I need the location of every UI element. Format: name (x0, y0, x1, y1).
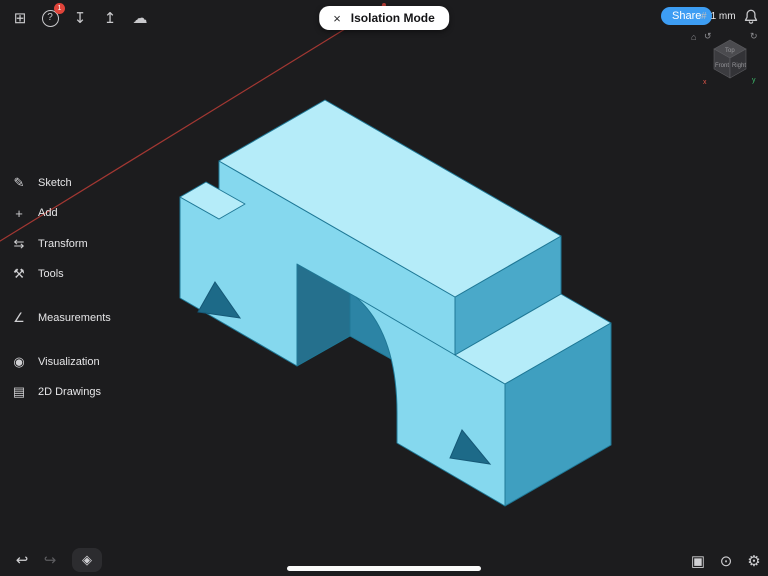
export-glyph: ↥ (104, 9, 117, 27)
notification-badge: 1 (54, 3, 65, 14)
cube-front-label: Front (715, 63, 729, 69)
sidebar-item-add[interactable]: + Add (10, 203, 170, 223)
undo-button[interactable]: ↩ (10, 548, 34, 572)
transform-icon: ⇆ (10, 236, 28, 252)
view-orientation-cube[interactable]: ⌂ ↺ ↻ Top Front Right x y (688, 26, 768, 88)
sidebar-label: Visualization (38, 356, 100, 368)
sidebar-label: Add (38, 207, 58, 219)
tools-icon: ⚒ (10, 266, 28, 282)
grid-snap-icon: # (701, 11, 707, 22)
orbit-left-icon[interactable]: ↺ (704, 31, 712, 41)
apps-grid-icon[interactable]: ⊞ (8, 6, 32, 30)
home-view-icon[interactable]: ⌂ (691, 32, 696, 42)
cloud-glyph: ☁ (133, 9, 148, 27)
measurements-icon: ∠ (10, 310, 28, 326)
shapr3d-app: ⊞ ? 1 ↧ ↥ ☁ × Isolation Mode Share # 1 m… (0, 0, 768, 576)
items-panel-button[interactable]: ◈ (72, 548, 102, 572)
isolation-mode-label: Isolation Mode (351, 11, 435, 25)
orbit-right-icon[interactable]: ↻ (750, 31, 758, 41)
export-icon[interactable]: ↥ (98, 6, 122, 30)
gestures-icon: ⊙ (720, 552, 733, 570)
cloud-icon[interactable]: ☁ (128, 6, 152, 30)
sidebar-item-transform[interactable]: ⇆ Transform (10, 234, 170, 254)
2d-drawings-icon: ▤ (10, 384, 28, 400)
library-icon: ▣ (691, 552, 705, 570)
close-icon[interactable]: × (333, 11, 341, 26)
sidebar-item-measurements[interactable]: ∠ Measurements (10, 308, 170, 328)
visualization-icon: ◉ (10, 354, 28, 370)
apps-grid-glyph: ⊞ (14, 9, 27, 27)
redo-button[interactable]: ↪ (38, 548, 62, 572)
settings-gear-icon: ⚙ (747, 552, 760, 570)
gestures-button[interactable]: ⊙ (714, 549, 738, 573)
add-icon: + (10, 206, 28, 221)
help-icon[interactable]: ? 1 (38, 6, 62, 30)
undo-icon: ↩ (16, 551, 29, 569)
cube-right-label: Right (732, 63, 746, 69)
units-value: 1 mm (711, 11, 736, 22)
viewport-3d[interactable] (0, 0, 768, 576)
model-bracket[interactable] (180, 100, 611, 506)
library-button[interactable]: ▣ (686, 549, 710, 573)
sidebar-label: 2D Drawings (38, 386, 101, 398)
import-icon[interactable]: ↧ (68, 6, 92, 30)
sidebar-label: Sketch (38, 177, 72, 189)
isolation-mode-pill: × Isolation Mode (319, 6, 449, 30)
top-left-toolbar: ⊞ ? 1 ↧ ↥ ☁ (8, 6, 152, 30)
units-indicator[interactable]: # 1 mm (701, 11, 736, 22)
settings-button[interactable]: ⚙ (742, 549, 766, 573)
redo-icon: ↪ (44, 551, 57, 569)
sidebar-item-tools[interactable]: ⚒ Tools (10, 264, 170, 284)
sidebar-item-sketch[interactable]: ✎ Sketch (10, 173, 170, 193)
notifications-bell-icon[interactable] (742, 8, 760, 26)
axis-y-label: y (752, 77, 756, 84)
cube-top-label: Top (725, 48, 735, 54)
sketch-icon: ✎ (10, 175, 28, 191)
import-glyph: ↧ (74, 9, 87, 27)
axis-x-label: x (703, 79, 707, 86)
sidebar-label: Transform (38, 238, 88, 250)
home-indicator[interactable] (287, 566, 481, 571)
sidebar-item-2d-drawings[interactable]: ▤ 2D Drawings (10, 382, 170, 402)
sidebar-label: Tools (38, 268, 64, 280)
layers-icon: ◈ (82, 552, 92, 568)
sidebar-label: Measurements (38, 312, 111, 324)
sidebar-item-visualization[interactable]: ◉ Visualization (10, 352, 170, 372)
